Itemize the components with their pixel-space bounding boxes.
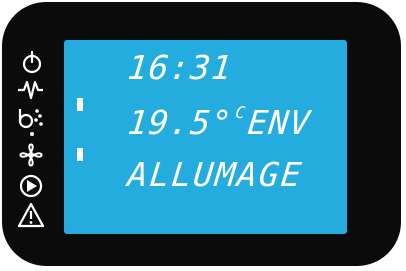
pellet-feed-icon <box>18 109 43 129</box>
temperature-readout: 19.5°C <box>126 103 247 142</box>
heating-element-icon <box>18 80 43 100</box>
temperature-value: 19.5° <box>125 103 235 142</box>
temperature-unit: C <box>234 103 248 122</box>
power-icon <box>22 50 42 74</box>
mode-label: ENV <box>245 103 313 142</box>
status-message: ALLUMAGE <box>125 155 306 194</box>
indicator-segment-upper <box>77 98 83 111</box>
status-icon-column <box>14 50 45 262</box>
alarm-icon <box>17 202 45 228</box>
clock-time: 16:31 <box>125 48 235 87</box>
thermostat-device: 16:31 19.5°C ENV ALLUMAGE <box>2 2 401 266</box>
indicator-dot-icon <box>30 132 34 136</box>
lcd-screen: 16:31 19.5°C ENV ALLUMAGE <box>64 40 347 234</box>
indicator-segment-lower <box>77 148 83 161</box>
fan-icon <box>19 143 43 167</box>
play-icon <box>19 174 43 198</box>
